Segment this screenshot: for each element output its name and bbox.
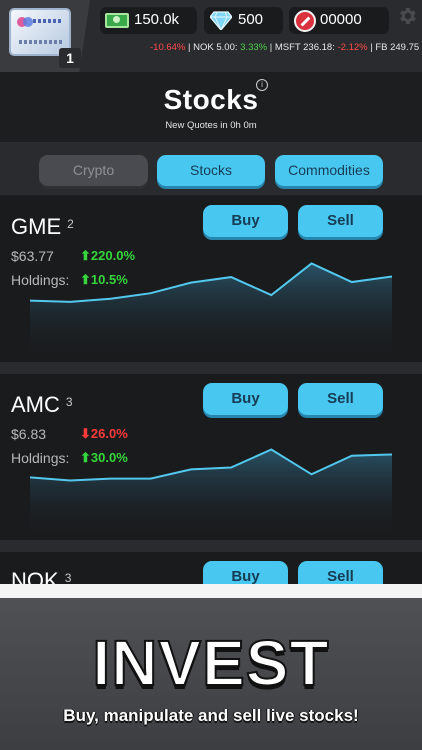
- stock-change: ⬇26.0%: [80, 426, 128, 441]
- diamond-icon: [210, 11, 232, 30]
- cash-value: 150.0k: [134, 11, 180, 28]
- holdings-change: ⬆10.5%: [80, 272, 128, 287]
- stock-card-gme: GME 2 $63.77 ⬆220.0% Holdings: ⬆10.5% Buy…: [0, 196, 422, 362]
- ticker-segment: -10.64%: [150, 42, 186, 53]
- cash-icon: [105, 13, 129, 28]
- tab-crypto[interactable]: Crypto: [39, 155, 148, 186]
- coin-value: 00000: [320, 11, 362, 28]
- market-tabs: Crypto Stocks Commodities: [0, 142, 422, 195]
- ticker-segment: | NOK 5.00:: [185, 42, 241, 53]
- profile-card-badge[interactable]: 1: [0, 0, 90, 72]
- gem-value: 500: [238, 11, 264, 28]
- stock-symbol: AMC 3: [11, 392, 73, 417]
- top-bar: 1 150.0k 500 00000 -10.64% | NOK 5.00: 3…: [0, 0, 422, 72]
- tab-commodities[interactable]: Commodities: [275, 155, 383, 186]
- stock-price: $63.77: [11, 248, 54, 264]
- level-badge: 1: [59, 48, 81, 68]
- ticker-segment: 3.33%: [240, 42, 268, 53]
- buy-button[interactable]: Buy: [203, 383, 288, 415]
- divider: [0, 362, 422, 374]
- ticker-segment: | MSFT 236.18:: [267, 42, 338, 53]
- ticker-segment: | FB 249.75: [367, 42, 420, 53]
- buy-button[interactable]: Buy: [203, 205, 288, 237]
- promo-title: INVEST: [91, 626, 330, 700]
- sell-button[interactable]: Sell: [298, 561, 383, 584]
- stock-count: 2: [67, 217, 74, 231]
- stock-ticker: -10.64% | NOK 5.00: 3.33% | MSFT 236.18:…: [90, 42, 422, 58]
- stock-card-amc: AMC 3 $6.83 ⬇26.0% Holdings: ⬆30.0% Buy S…: [0, 374, 422, 540]
- cash-counter[interactable]: 150.0k: [100, 7, 197, 34]
- ticker-segment: -2.12%: [337, 42, 368, 53]
- arrow-up-icon: ⬆: [80, 248, 91, 263]
- tab-stocks[interactable]: Stocks: [157, 155, 265, 186]
- info-icon[interactable]: i: [256, 79, 268, 91]
- coin-icon: [294, 10, 316, 32]
- buy-button[interactable]: Buy: [203, 561, 288, 584]
- sell-button[interactable]: Sell: [298, 205, 383, 237]
- arrow-up-icon: ⬆: [80, 272, 91, 287]
- gear-icon[interactable]: [396, 5, 418, 27]
- gem-counter[interactable]: 500: [204, 7, 283, 34]
- stock-change: ⬆220.0%: [80, 248, 135, 263]
- stock-price: $6.83: [11, 426, 47, 442]
- stock-symbol: NOK 3: [11, 568, 72, 584]
- divider: [0, 540, 422, 552]
- stock-count: 3: [65, 395, 73, 409]
- arrow-down-icon: ⬇: [80, 426, 91, 441]
- arrow-up-icon: ⬆: [80, 450, 91, 465]
- promo-subtitle: Buy, manipulate and sell live stocks!: [63, 706, 359, 725]
- page-title: Stocks: [163, 84, 259, 115]
- quotes-refresh-countdown: New Quotes in 0h 0m: [165, 120, 257, 131]
- page-header: Stocks i New Quotes in 0h 0m: [0, 72, 422, 142]
- promo-banner: INVEST Buy, manipulate and sell live sto…: [0, 598, 422, 750]
- holdings-label: Holdings:: [11, 272, 70, 288]
- holdings-change: ⬆30.0%: [80, 450, 128, 465]
- stock-card-nok: NOK 3 Buy Sell: [0, 552, 422, 584]
- holdings-label: Holdings:: [11, 450, 70, 466]
- stock-symbol: GME 2: [11, 214, 74, 239]
- stock-count: 3: [64, 571, 72, 584]
- promo-separator: [0, 584, 422, 598]
- sell-button[interactable]: Sell: [298, 383, 383, 415]
- coin-counter[interactable]: 00000: [289, 7, 389, 34]
